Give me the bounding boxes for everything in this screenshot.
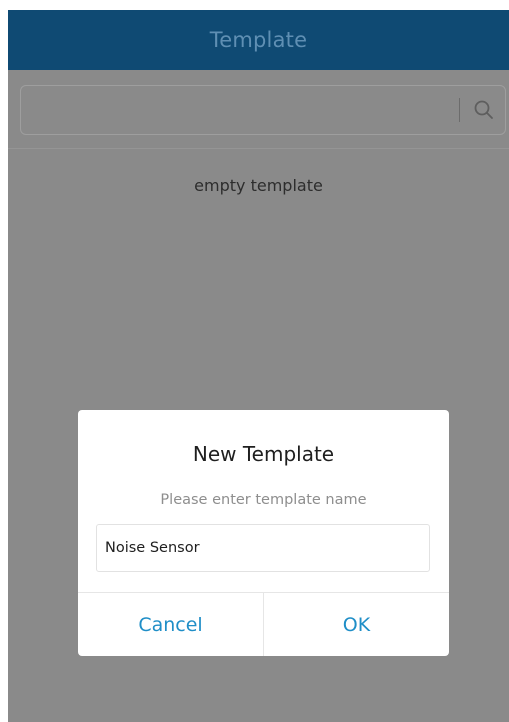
template-name-input[interactable] [96, 524, 430, 572]
page-title: Template [209, 28, 308, 52]
cancel-button[interactable]: Cancel [78, 593, 264, 656]
search-icon [474, 100, 493, 119]
app-screen: Template empty template New Template Ple… [8, 10, 509, 722]
search-input[interactable] [27, 92, 451, 130]
search-divider [459, 98, 460, 122]
empty-state-message: empty template [194, 176, 323, 195]
list-divider [8, 148, 509, 149]
dialog-title: New Template [192, 442, 335, 466]
dialog-subtitle: Please enter template name [160, 492, 367, 508]
new-template-dialog: New Template Please enter template name … [78, 410, 449, 656]
search-bar [20, 85, 506, 135]
search-button[interactable] [467, 94, 501, 126]
app-header: Template [8, 10, 509, 70]
dialog-actions: Cancel OK [78, 592, 449, 656]
ok-button[interactable]: OK [264, 593, 449, 656]
